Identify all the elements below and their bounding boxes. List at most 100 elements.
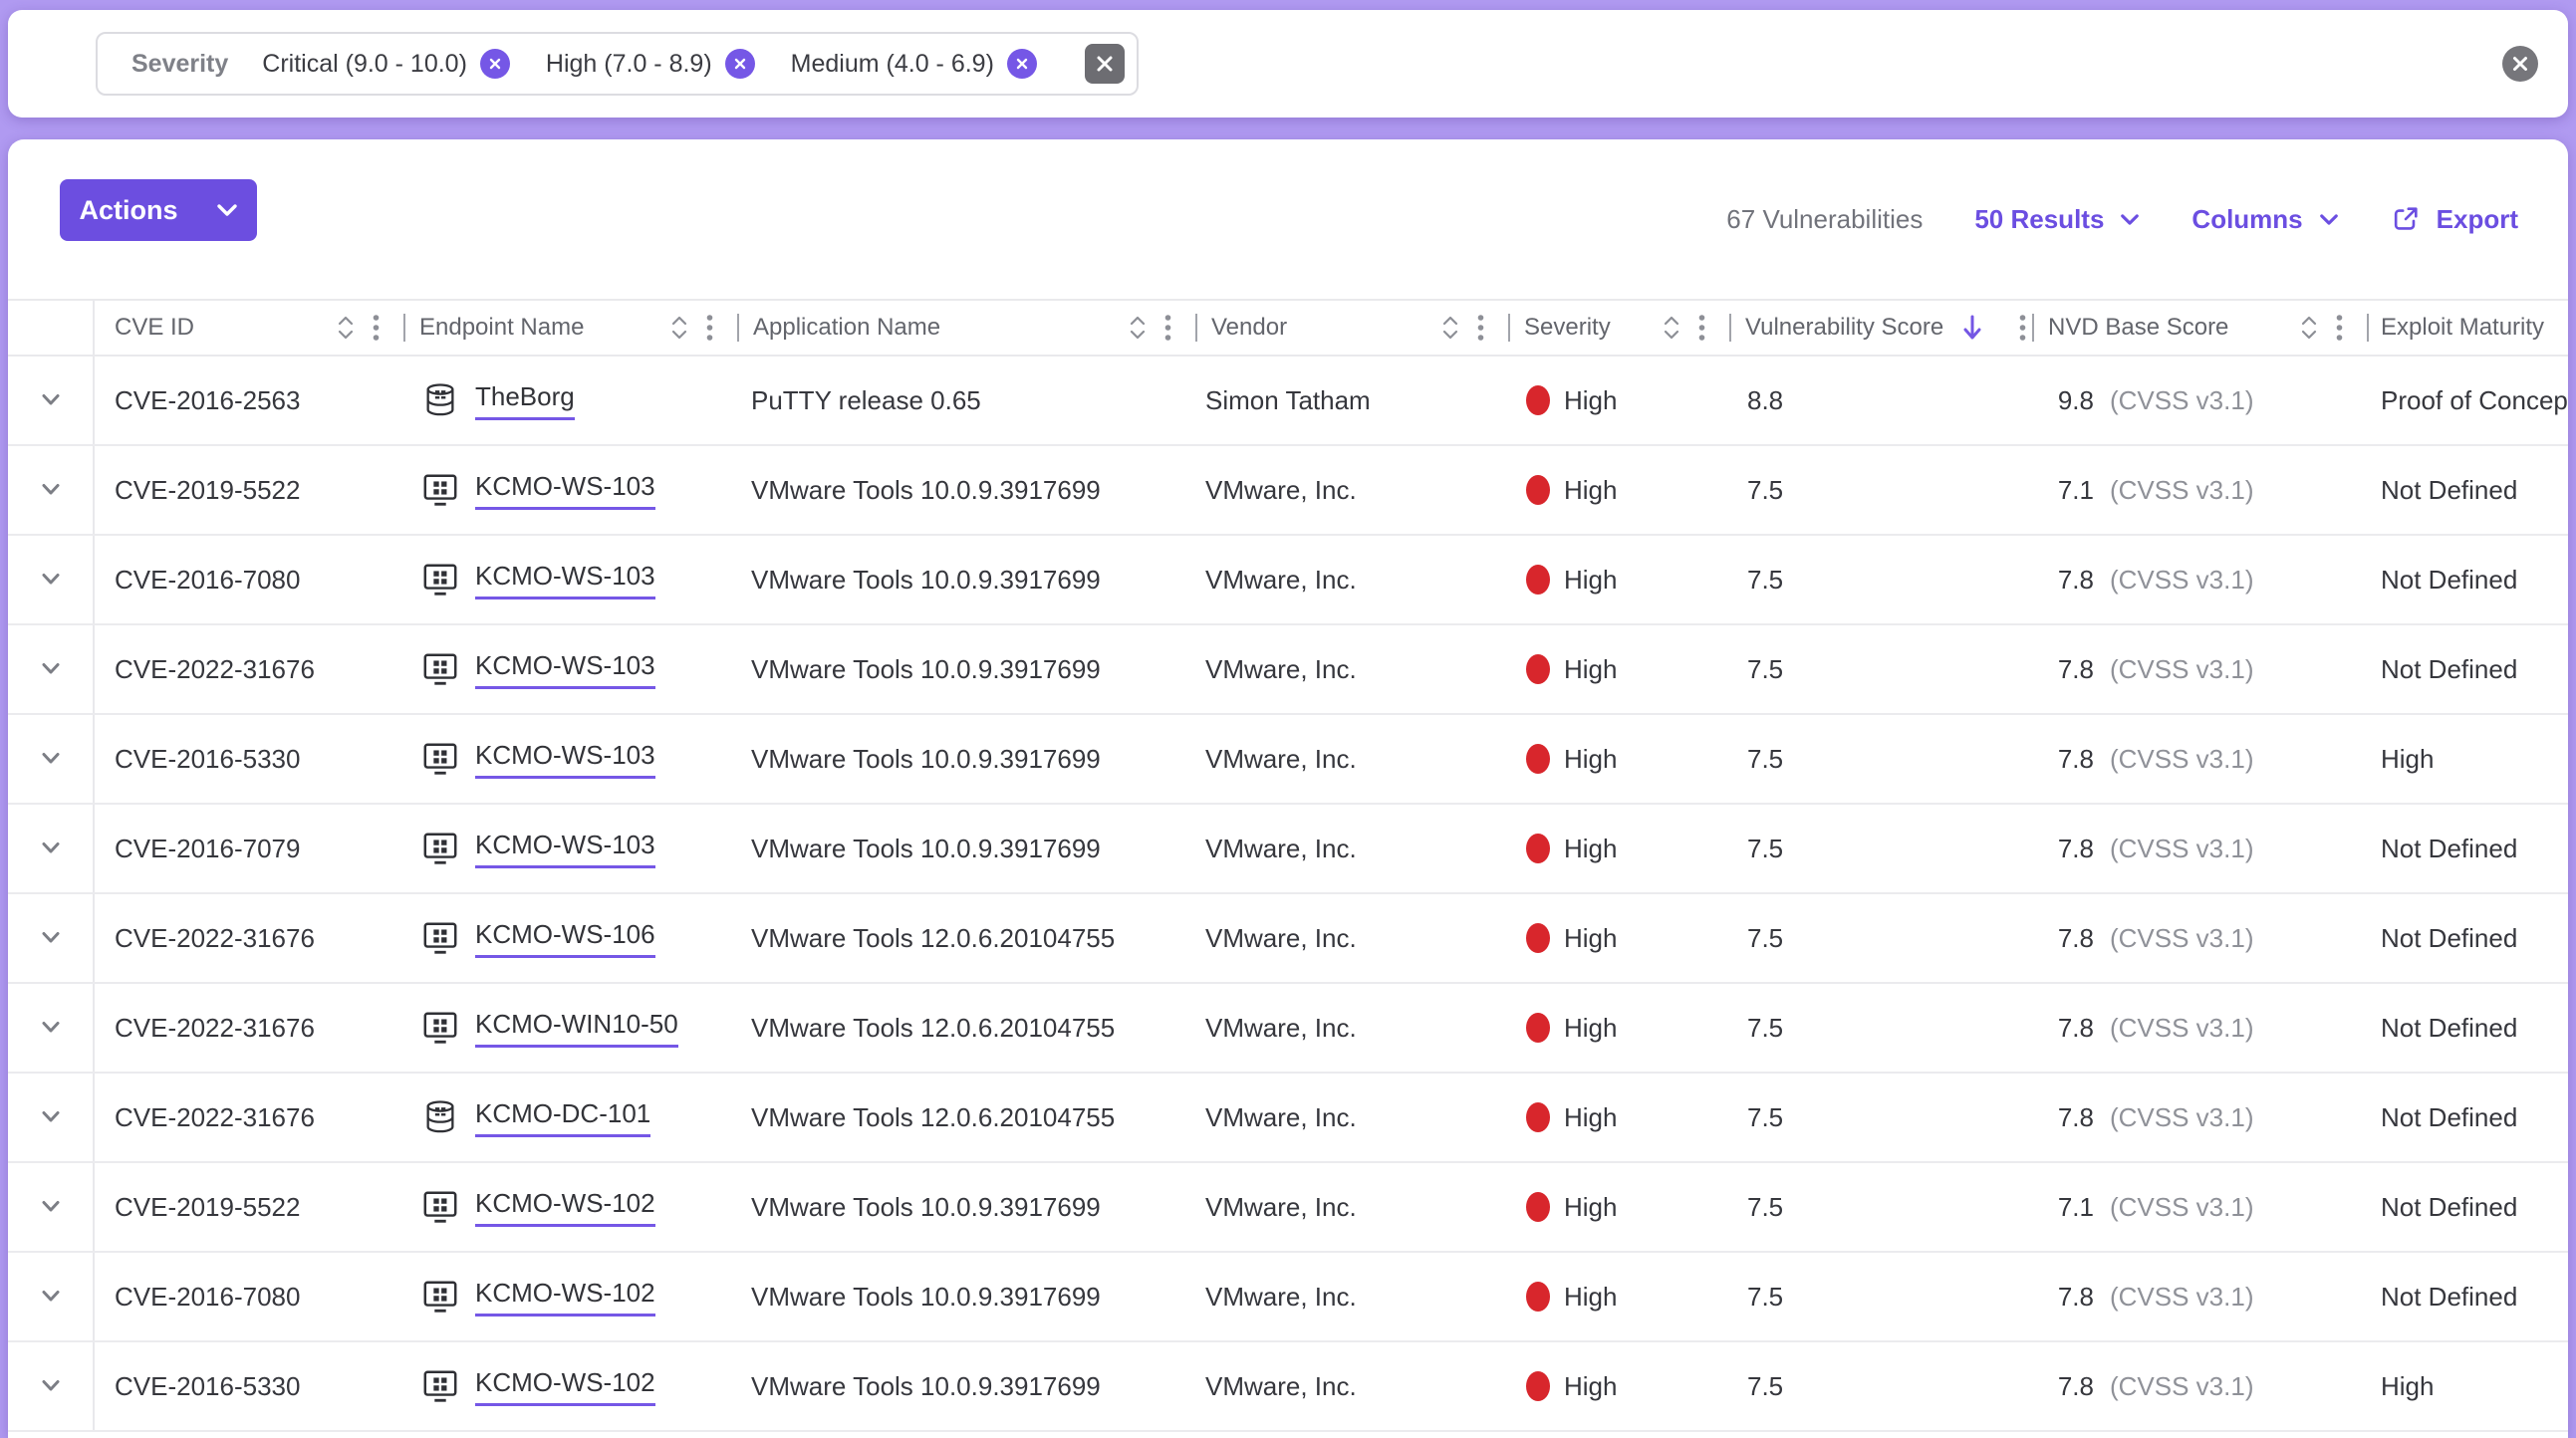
column-menu-icon[interactable] bbox=[2336, 314, 2343, 342]
column-menu-icon[interactable] bbox=[1698, 314, 1705, 342]
endpoint-link[interactable]: KCMO-WS-106 bbox=[475, 919, 655, 958]
vulnerabilities-count: 67 Vulnerabilities bbox=[1726, 204, 1923, 235]
row-expander[interactable] bbox=[8, 894, 95, 982]
vulnerability-score-cell: 7.5 bbox=[1729, 805, 2032, 892]
endpoint-link[interactable]: KCMO-WS-103 bbox=[475, 650, 655, 689]
table-row: CVE-2016-5330 KCMO-WS-102 VMwar bbox=[8, 1342, 2568, 1432]
endpoint-link[interactable]: KCMO-WS-102 bbox=[475, 1278, 655, 1317]
row-expander[interactable] bbox=[8, 357, 95, 444]
clear-severity-filter-button[interactable] bbox=[1085, 44, 1125, 84]
endpoint-link[interactable]: KCMO-WIN10-50 bbox=[475, 1009, 678, 1048]
column-menu-icon[interactable] bbox=[2019, 314, 2026, 342]
workstation-icon bbox=[421, 561, 459, 599]
remove-chip-button[interactable] bbox=[1007, 49, 1037, 79]
nvd-score-value: 7.8 bbox=[2048, 923, 2094, 954]
application-name-cell: VMware Tools 10.0.9.3917699 bbox=[737, 715, 1195, 803]
application-name-cell: VMware Tools 10.0.9.3917699 bbox=[737, 1342, 1195, 1430]
cvss-version-label: (CVSS v3.1) bbox=[2110, 1371, 2254, 1402]
vulnerability-score-cell: 7.5 bbox=[1729, 1163, 2032, 1251]
nvd-score-value: 7.8 bbox=[2048, 1102, 2094, 1133]
vulnerability-score-cell: 8.8 bbox=[1729, 357, 2032, 444]
severity-cell: High bbox=[1508, 984, 1729, 1072]
column-menu-icon[interactable] bbox=[1477, 314, 1484, 342]
row-expander[interactable] bbox=[8, 1074, 95, 1161]
column-header-cve-id[interactable]: CVE ID bbox=[95, 301, 403, 355]
severity-dot bbox=[1526, 1102, 1550, 1132]
cvss-version-label: (CVSS v3.1) bbox=[2110, 654, 2254, 685]
column-header-vendor[interactable]: Vendor bbox=[1195, 301, 1508, 355]
export-label: Export bbox=[2437, 204, 2518, 235]
sort-icon[interactable] bbox=[2300, 313, 2318, 343]
nvd-score-value: 7.8 bbox=[2048, 834, 2094, 864]
column-menu-icon[interactable] bbox=[706, 314, 713, 342]
endpoint-link[interactable]: KCMO-WS-103 bbox=[475, 830, 655, 868]
row-expander[interactable] bbox=[8, 536, 95, 623]
row-expander[interactable] bbox=[8, 805, 95, 892]
row-expander[interactable] bbox=[8, 1163, 95, 1251]
actions-button[interactable]: Actions bbox=[60, 179, 257, 241]
column-header-nvd-base-score[interactable]: NVD Base Score bbox=[2032, 301, 2367, 355]
chevron-down-icon bbox=[2319, 213, 2339, 226]
cvss-version-label: (CVSS v3.1) bbox=[2110, 385, 2254, 416]
exploit-maturity-cell: High bbox=[2367, 1342, 2568, 1430]
row-expander[interactable] bbox=[8, 625, 95, 713]
sort-icon[interactable] bbox=[337, 313, 355, 343]
column-header-endpoint-name[interactable]: Endpoint Name bbox=[403, 301, 737, 355]
results-per-page-dropdown[interactable]: 50 Results bbox=[1974, 204, 2140, 235]
sort-icon[interactable] bbox=[1129, 313, 1147, 343]
row-expander[interactable] bbox=[8, 446, 95, 534]
endpoint-link[interactable]: TheBorg bbox=[475, 381, 575, 420]
vulnerability-score-cell: 7.5 bbox=[1729, 625, 2032, 713]
cve-id-cell: CVE-2016-5330 bbox=[95, 1342, 403, 1430]
row-expander[interactable] bbox=[8, 984, 95, 1072]
column-menu-icon[interactable] bbox=[373, 314, 380, 342]
endpoint-link[interactable]: KCMO-WS-103 bbox=[475, 561, 655, 599]
cvss-version-label: (CVSS v3.1) bbox=[2110, 565, 2254, 596]
server-icon bbox=[421, 381, 459, 419]
vulnerability-score-cell: 7.5 bbox=[1729, 894, 2032, 982]
endpoint-cell: KCMO-WS-102 bbox=[403, 1163, 737, 1251]
application-name-cell: VMware Tools 10.0.9.3917699 bbox=[737, 1163, 1195, 1251]
severity-dot bbox=[1526, 834, 1550, 863]
endpoint-cell: KCMO-WS-106 bbox=[403, 894, 737, 982]
row-expander[interactable] bbox=[8, 1342, 95, 1430]
row-expander[interactable] bbox=[8, 715, 95, 803]
remove-chip-button[interactable] bbox=[480, 49, 510, 79]
severity-label: High bbox=[1564, 565, 1617, 596]
filter-bar: Severity Critical (9.0 - 10.0)High (7.0 … bbox=[8, 10, 2568, 118]
vulnerability-score-cell: 7.5 bbox=[1729, 984, 2032, 1072]
endpoint-link[interactable]: KCMO-WS-102 bbox=[475, 1367, 655, 1406]
vulnerabilities-panel: Actions 67 Vulnerabilities 50 Results Co… bbox=[8, 139, 2568, 1438]
row-expander[interactable] bbox=[8, 1253, 95, 1340]
endpoint-cell: KCMO-WS-103 bbox=[403, 625, 737, 713]
column-header-exploit-maturity[interactable]: Exploit Maturity bbox=[2367, 301, 2568, 355]
cve-id-cell: CVE-2016-5330 bbox=[95, 715, 403, 803]
column-header-application-name[interactable]: Application Name bbox=[737, 301, 1195, 355]
sort-icon[interactable] bbox=[1663, 313, 1680, 343]
nvd-base-score-cell: 7.8 (CVSS v3.1) bbox=[2032, 984, 2367, 1072]
cvss-version-label: (CVSS v3.1) bbox=[2110, 834, 2254, 864]
nvd-score-value: 9.8 bbox=[2048, 385, 2094, 416]
severity-cell: High bbox=[1508, 894, 1729, 982]
severity-dot bbox=[1526, 1013, 1550, 1043]
severity-cell: High bbox=[1508, 1253, 1729, 1340]
sort-icon[interactable] bbox=[670, 313, 688, 343]
endpoint-link[interactable]: KCMO-WS-103 bbox=[475, 471, 655, 510]
application-name-cell: PuTTY release 0.65 bbox=[737, 357, 1195, 444]
column-header-vulnerability-score[interactable]: Vulnerability Score bbox=[1729, 301, 2032, 355]
endpoint-link[interactable]: KCMO-DC-101 bbox=[475, 1098, 650, 1137]
cve-id-cell: CVE-2022-31676 bbox=[95, 984, 403, 1072]
remove-chip-button[interactable] bbox=[725, 49, 755, 79]
endpoint-link[interactable]: KCMO-WS-103 bbox=[475, 740, 655, 779]
severity-filter-chip: Medium (4.0 - 6.9) bbox=[791, 49, 1037, 79]
nvd-score-value: 7.1 bbox=[2048, 1192, 2094, 1223]
columns-dropdown[interactable]: Columns bbox=[2191, 204, 2338, 235]
export-button[interactable]: Export bbox=[2391, 204, 2518, 235]
column-header-severity[interactable]: Severity bbox=[1508, 301, 1729, 355]
cvss-version-label: (CVSS v3.1) bbox=[2110, 923, 2254, 954]
sort-icon[interactable] bbox=[1441, 313, 1459, 343]
column-menu-icon[interactable] bbox=[1164, 314, 1171, 342]
sort-descending-icon[interactable] bbox=[1961, 312, 1983, 344]
clear-all-filters-button[interactable] bbox=[2502, 46, 2538, 82]
endpoint-link[interactable]: KCMO-WS-102 bbox=[475, 1188, 655, 1227]
